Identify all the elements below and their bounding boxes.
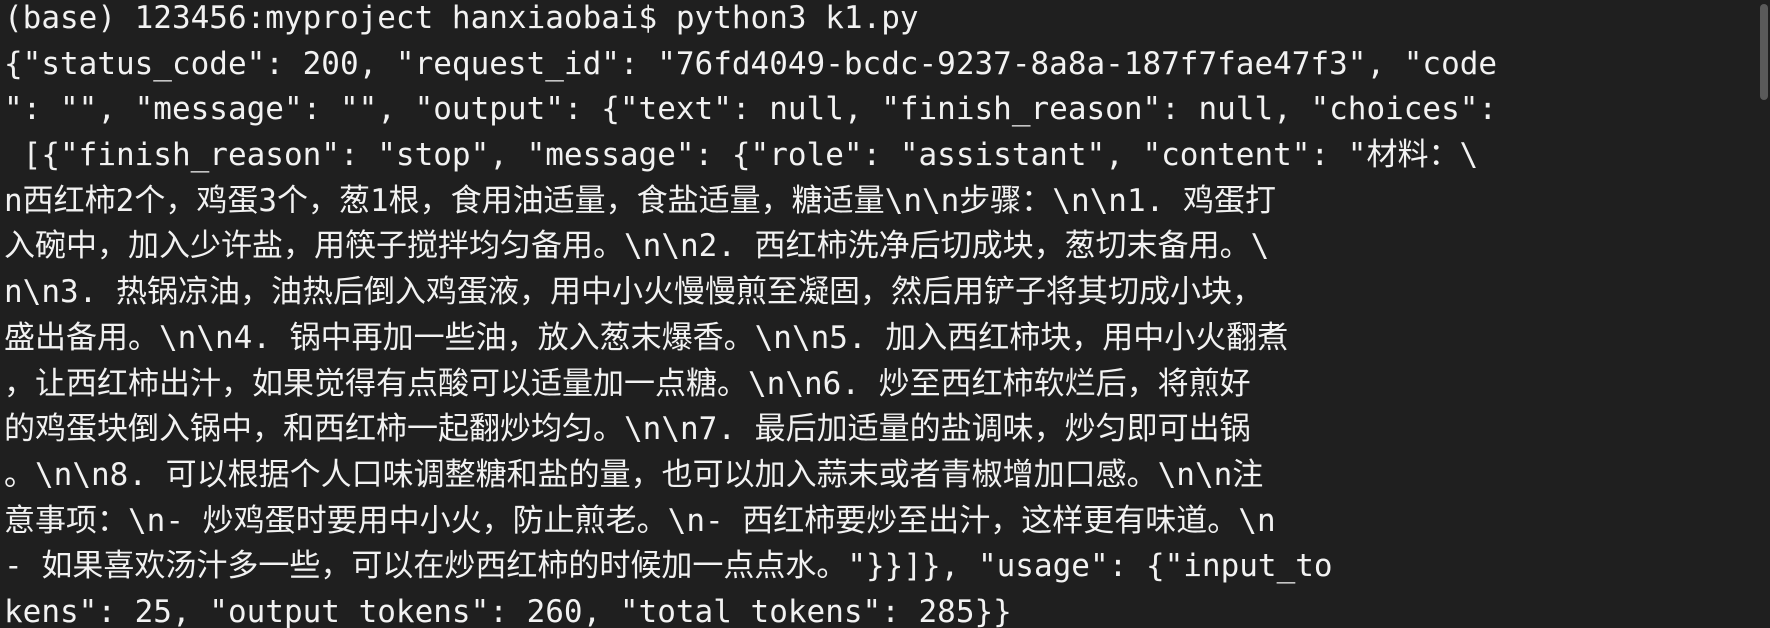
output-line: n西红柿2个，鸡蛋3个，葱1根，食用油适量，食盐适量，糖适量\n\n步骤：\n\… [4, 182, 1276, 219]
terminal-output[interactable]: (base) 123456:myproject hanxiaobai$ pyth… [4, 0, 1770, 628]
output-line: {"status_code": 200, "request_id": "76fd… [4, 45, 1498, 82]
command-prompt-line: (base) 123456:myproject hanxiaobai$ pyth… [4, 0, 919, 36]
output-line: 。\n\n8. 可以根据个人口味调整糖和盐的量，也可以加入蒜末或者青椒增加口感。… [4, 456, 1264, 493]
output-line: ，让西红柿出汁，如果觉得有点酸可以适量加一点糖。\n\n6. 炒至西红柿软烂后，… [4, 365, 1251, 402]
output-line: 盛出备用。\n\n4. 锅中再加一些油，放入葱末爆香。\n\n5. 加入西红柿块… [4, 319, 1289, 356]
output-line: [{"finish_reason": "stop", "message": {"… [4, 137, 1479, 174]
output-line: 的鸡蛋块倒入锅中，和西红柿一起翻炒均匀。\n\n7. 最后加适量的盐调味，炒匀即… [4, 411, 1251, 448]
scrollbar-thumb[interactable] [1760, 4, 1768, 100]
output-line: ": "", "message": "", "output": {"text":… [4, 91, 1498, 128]
output-line: 入碗中，加入少许盐，用筷子搅拌均匀备用。\n\n2. 西红柿洗净后切成块，葱切末… [4, 228, 1270, 265]
scrollbar-track[interactable] [1756, 0, 1770, 628]
output-line: - 如果喜欢汤汁多一些，可以在炒西红柿的时候加一点点水。"}}]}, "usag… [4, 548, 1333, 585]
output-line: kens": 25, "output_tokens": 260, "total_… [4, 593, 1012, 628]
output-line: n\n3. 热锅凉油，油热后倒入鸡蛋液，用中小火慢慢煎至凝固，然后用铲子将其切成… [4, 274, 1263, 311]
terminal-window[interactable]: (base) 123456:myproject hanxiaobai$ pyth… [0, 0, 1770, 628]
output-line: 意事项：\n- 炒鸡蛋时要用中小火，防止煎老。\n- 西红柿要炒至出汁，这样更有… [4, 502, 1276, 539]
